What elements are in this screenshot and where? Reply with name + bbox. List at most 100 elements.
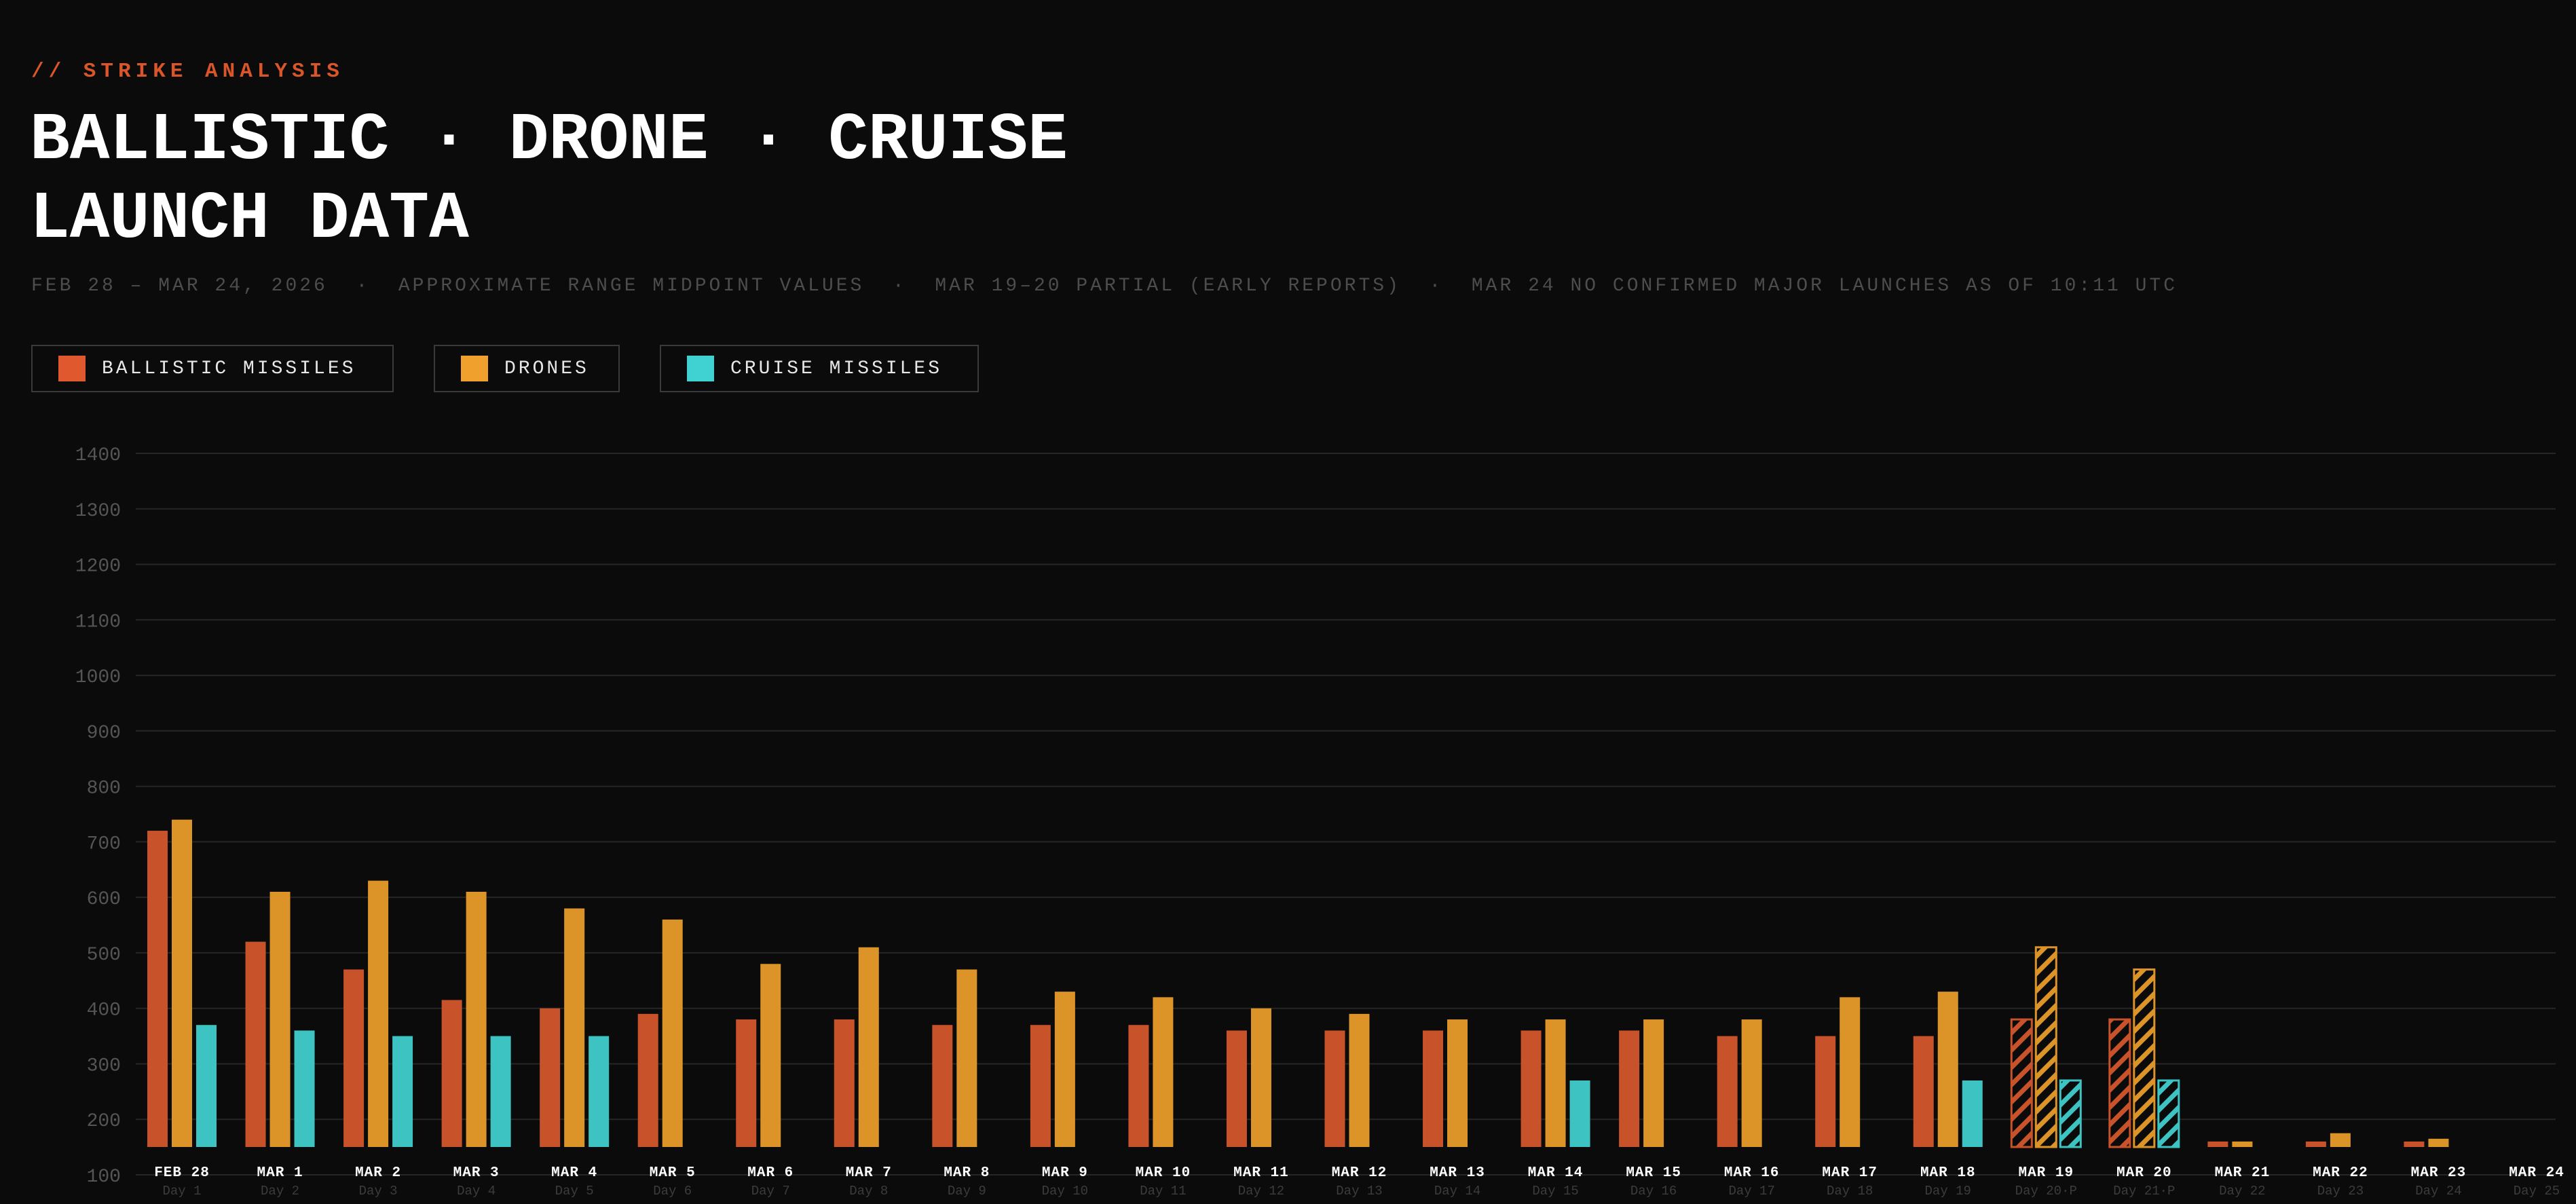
x-day-label: Day 14 <box>1434 1184 1480 1199</box>
x-day-label: Day 9 <box>948 1184 986 1199</box>
bar-chart: 100 200 300 400 500 600 700 800 900 1000 1100 1200 1… <box>75 445 2564 1199</box>
bar-ballistic-missiles-mar-10[interactable] <box>1128 1025 1149 1147</box>
x-day-label: Day 6 <box>653 1184 692 1199</box>
y-tick-label: 1100 <box>75 612 121 633</box>
x-category-label: MAR 23 <box>2411 1165 2467 1181</box>
bar-ballistic-missiles-mar-16[interactable] <box>1717 1036 1738 1147</box>
y-tick-label: 200 <box>87 1111 121 1132</box>
x-day-label: Day 22 <box>2219 1184 2265 1199</box>
x-category-label: MAR 4 <box>551 1165 597 1181</box>
bar-cruise-missiles-mar-18[interactable] <box>1962 1080 1983 1147</box>
x-day-label: Day 7 <box>751 1184 790 1199</box>
bar-ballistic-missiles-mar-19[interactable] <box>2010 1018 2033 1148</box>
bar-drones-mar-13[interactable] <box>1447 1019 1468 1147</box>
bar-drones-mar-7[interactable] <box>858 947 879 1147</box>
y-tick-label: 1400 <box>75 445 121 466</box>
y-tick-label: 1300 <box>75 501 121 522</box>
x-day-label: Day 19 <box>1925 1184 1971 1199</box>
bar-drones-mar-9[interactable] <box>1054 992 1075 1147</box>
bar-drones-mar-22[interactable] <box>2330 1133 2351 1147</box>
bar-ballistic-missiles-mar-13[interactable] <box>1423 1030 1444 1147</box>
bar-ballistic-missiles-mar-8[interactable] <box>932 1025 953 1147</box>
x-category-label: MAR 1 <box>257 1165 303 1181</box>
bar-drones-mar-15[interactable] <box>1643 1019 1664 1147</box>
y-tick-label: 100 <box>87 1167 121 1188</box>
bar-drones-mar-19[interactable] <box>2034 946 2057 1148</box>
bar-ballistic-missiles-mar-2[interactable] <box>343 969 365 1147</box>
x-category-label: MAR 20 <box>2116 1165 2172 1181</box>
bar-drones-mar-10[interactable] <box>1153 997 1174 1147</box>
bar-drones-mar-21[interactable] <box>2232 1141 2253 1147</box>
bar-ballistic-missiles-mar-9[interactable] <box>1030 1025 1051 1147</box>
bar-cruise-missiles-mar-1[interactable] <box>294 1030 315 1147</box>
x-category-label: MAR 3 <box>453 1165 500 1181</box>
x-category-label: MAR 9 <box>1042 1165 1088 1181</box>
bar-drones-mar-12[interactable] <box>1349 1013 1370 1147</box>
x-category-label: MAR 10 <box>1136 1165 1191 1181</box>
bar-drones-mar-1[interactable] <box>269 891 291 1147</box>
bar-drones-mar-20[interactable] <box>2133 968 2156 1148</box>
bar-cruise-missiles-mar-20[interactable] <box>2157 1079 2180 1148</box>
bar-drones-mar-11[interactable] <box>1250 1008 1271 1147</box>
y-tick-label: 300 <box>87 1055 121 1076</box>
bar-ballistic-missiles-mar-14[interactable] <box>1520 1030 1542 1147</box>
bar-ballistic-missiles-mar-4[interactable] <box>540 1008 561 1147</box>
x-day-label: Day 24 <box>2415 1184 2461 1199</box>
x-day-label: Day 3 <box>359 1184 398 1199</box>
bar-cruise-missiles-mar-14[interactable] <box>1569 1080 1590 1147</box>
bar-ballistic-missiles-mar-12[interactable] <box>1324 1030 1345 1147</box>
x-category-label: MAR 12 <box>1332 1165 1387 1181</box>
x-category-label: MAR 22 <box>2313 1165 2368 1181</box>
bar-cruise-missiles-feb-28[interactable] <box>196 1025 217 1147</box>
bar-ballistic-missiles-mar-1[interactable] <box>245 941 266 1147</box>
bar-cruise-missiles-mar-19[interactable] <box>2059 1079 2082 1148</box>
bar-drones-feb-28[interactable] <box>172 819 192 1147</box>
bar-drones-mar-6[interactable] <box>760 964 781 1147</box>
bar-ballistic-missiles-mar-3[interactable] <box>441 1000 462 1147</box>
bar-ballistic-missiles-mar-23[interactable] <box>2404 1141 2425 1147</box>
x-category-label: MAR 2 <box>355 1165 401 1181</box>
bar-ballistic-missiles-mar-6[interactable] <box>736 1019 757 1147</box>
bar-ballistic-missiles-mar-18[interactable] <box>1913 1036 1934 1147</box>
bar-ballistic-missiles-mar-21[interactable] <box>2207 1141 2228 1147</box>
bar-drones-mar-2[interactable] <box>368 880 389 1147</box>
bar-drones-mar-4[interactable] <box>564 908 585 1147</box>
x-category-label: MAR 21 <box>2215 1165 2271 1181</box>
bar-ballistic-missiles-feb-28[interactable] <box>147 831 168 1147</box>
x-day-label: Day 8 <box>849 1184 888 1199</box>
bar-ballistic-missiles-mar-20[interactable] <box>2108 1018 2131 1148</box>
bar-drones-mar-23[interactable] <box>2428 1138 2449 1147</box>
x-day-label: Day 20·P <box>2015 1184 2077 1199</box>
x-category-label: MAR 16 <box>1724 1165 1780 1181</box>
x-day-label: Day 12 <box>1238 1184 1284 1199</box>
x-category-label: MAR 5 <box>650 1165 696 1181</box>
y-tick-label: 800 <box>87 778 121 799</box>
bar-drones-mar-16[interactable] <box>1741 1019 1762 1147</box>
bar-cruise-missiles-mar-4[interactable] <box>589 1036 610 1147</box>
bar-cruise-missiles-mar-3[interactable] <box>490 1036 511 1147</box>
x-category-label: MAR 14 <box>1528 1165 1584 1181</box>
bar-ballistic-missiles-mar-15[interactable] <box>1619 1030 1640 1147</box>
bar-ballistic-missiles-mar-11[interactable] <box>1226 1030 1247 1147</box>
y-tick-label: 900 <box>87 723 121 744</box>
bar-drones-mar-8[interactable] <box>956 969 977 1147</box>
bar-cruise-missiles-mar-2[interactable] <box>392 1036 413 1147</box>
bar-ballistic-missiles-mar-5[interactable] <box>637 1013 658 1147</box>
x-category-label: FEB 28 <box>154 1165 210 1181</box>
bar-drones-mar-18[interactable] <box>1937 992 1958 1147</box>
bar-drones-mar-17[interactable] <box>1840 997 1861 1147</box>
x-day-label: Day 2 <box>261 1184 299 1199</box>
y-tick-label: 600 <box>87 889 121 910</box>
x-category-label: MAR 6 <box>747 1165 794 1181</box>
bar-drones-mar-3[interactable] <box>466 891 487 1147</box>
bar-drones-mar-5[interactable] <box>662 919 683 1147</box>
x-day-label: Day 10 <box>1042 1184 1088 1199</box>
x-category-label: MAR 13 <box>1430 1165 1485 1181</box>
bar-ballistic-missiles-mar-22[interactable] <box>2305 1141 2326 1147</box>
x-day-label: Day 16 <box>1630 1184 1677 1199</box>
x-category-label: MAR 8 <box>944 1165 990 1181</box>
bar-drones-mar-14[interactable] <box>1545 1019 1566 1147</box>
bar-ballistic-missiles-mar-17[interactable] <box>1815 1036 1836 1147</box>
y-tick-label: 400 <box>87 1000 121 1021</box>
bar-ballistic-missiles-mar-7[interactable] <box>834 1019 855 1147</box>
